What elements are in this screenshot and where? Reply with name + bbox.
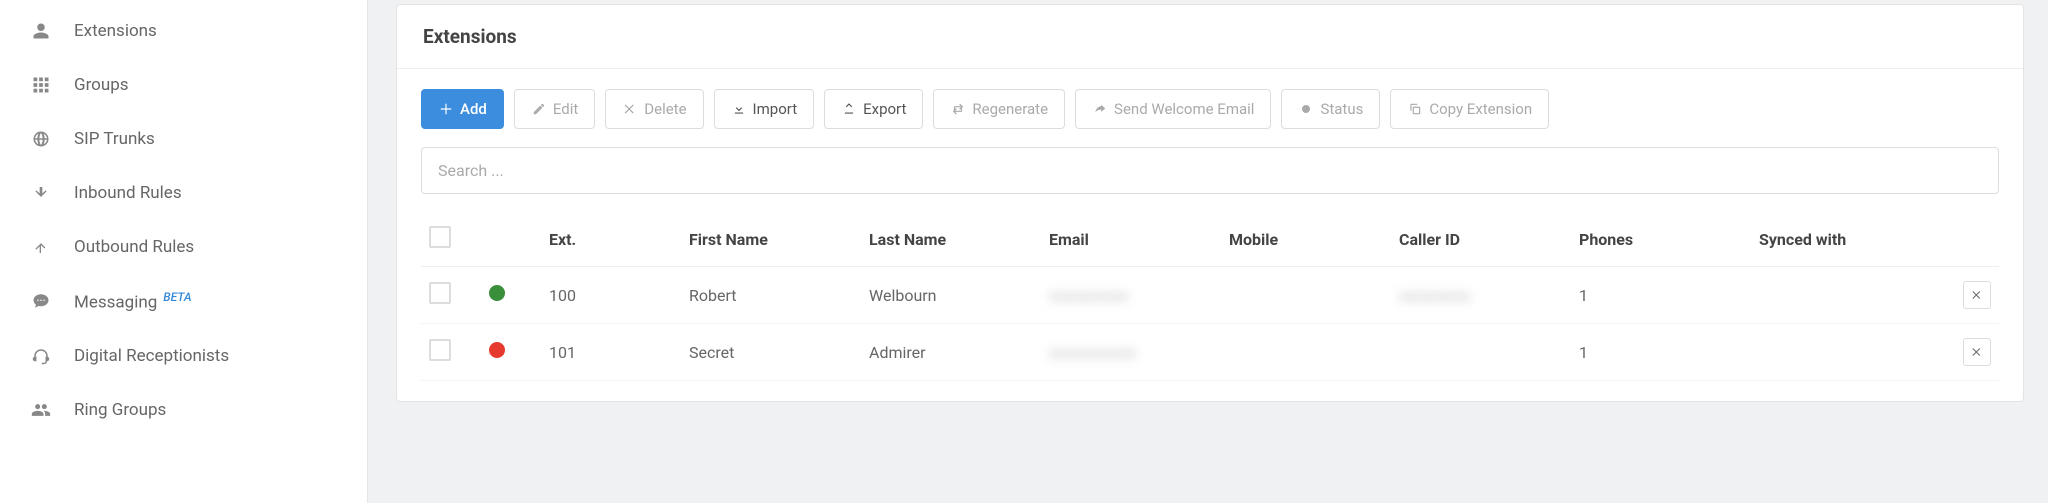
panel-header: Extensions: [397, 5, 2023, 69]
user-icon: [30, 20, 52, 42]
send-welcome-button[interactable]: Send Welcome Email: [1075, 89, 1271, 129]
main-content: Extensions Add Edit Delete Import Export: [368, 0, 2048, 503]
retweet-icon: [950, 101, 966, 117]
cell-ext: 100: [541, 267, 681, 324]
cell-email: xxxxxxxxxxx: [1041, 324, 1221, 381]
cell-caller-id: xxxxxxxxx: [1391, 267, 1571, 324]
th-caller-id[interactable]: Caller ID: [1391, 212, 1571, 267]
row-checkbox[interactable]: [429, 282, 451, 304]
arrow-up-icon: [30, 236, 52, 258]
headset-icon: [30, 345, 52, 367]
globe-icon: [30, 128, 52, 150]
sidebar-label: Extensions: [74, 21, 157, 41]
search-container: [397, 147, 2023, 212]
th-mobile[interactable]: Mobile: [1221, 212, 1391, 267]
circle-icon: [1298, 101, 1314, 117]
sidebar-label: Groups: [74, 75, 129, 95]
plus-icon: [438, 101, 454, 117]
panel-title: Extensions: [423, 25, 1997, 48]
sidebar-label: Ring Groups: [74, 400, 166, 420]
select-all-checkbox[interactable]: [429, 226, 451, 248]
sidebar-item-ring-groups[interactable]: Ring Groups: [0, 383, 367, 437]
regenerate-button[interactable]: Regenerate: [933, 89, 1065, 129]
cell-phones: 1: [1571, 324, 1751, 381]
sidebar: Extensions Groups SIP Trunks Inbound Rul…: [0, 0, 368, 503]
grid-icon: [30, 74, 52, 96]
cell-email: xxxxxxxxxx: [1041, 267, 1221, 324]
users-icon: [30, 399, 52, 421]
sidebar-label: MessagingBETA: [74, 290, 192, 313]
cell-synced-with: [1751, 324, 1949, 381]
cell-first-name: Robert: [681, 267, 861, 324]
sidebar-item-extensions[interactable]: Extensions: [0, 4, 367, 58]
sidebar-label: Digital Receptionists: [74, 346, 229, 366]
sidebar-item-messaging[interactable]: MessagingBETA: [0, 274, 367, 329]
edit-button[interactable]: Edit: [514, 89, 595, 129]
delete-row-button[interactable]: [1963, 281, 1991, 309]
sidebar-item-groups[interactable]: Groups: [0, 58, 367, 112]
copy-extension-button[interactable]: Copy Extension: [1390, 89, 1549, 129]
export-button[interactable]: Export: [824, 89, 923, 129]
x-icon: [622, 101, 638, 117]
cell-mobile: [1221, 324, 1391, 381]
sidebar-item-sip-trunks[interactable]: SIP Trunks: [0, 112, 367, 166]
row-checkbox[interactable]: [429, 339, 451, 361]
sidebar-label: SIP Trunks: [74, 129, 155, 149]
extensions-table: Ext. First Name Last Name Email Mobile C…: [421, 212, 1999, 381]
chat-icon: [30, 290, 52, 312]
th-synced-with[interactable]: Synced with: [1751, 212, 1949, 267]
sidebar-label: Inbound Rules: [74, 183, 182, 203]
import-button[interactable]: Import: [714, 89, 815, 129]
sidebar-item-digital-receptionists[interactable]: Digital Receptionists: [0, 329, 367, 383]
delete-button[interactable]: Delete: [605, 89, 703, 129]
cell-ext: 101: [541, 324, 681, 381]
upload-icon: [841, 101, 857, 117]
search-input[interactable]: [421, 147, 1999, 194]
status-indicator: [489, 285, 505, 301]
toolbar: Add Edit Delete Import Export Regenerate: [397, 69, 2023, 147]
cell-last-name: Admirer: [861, 324, 1041, 381]
share-icon: [1092, 101, 1108, 117]
sidebar-item-outbound-rules[interactable]: Outbound Rules: [0, 220, 367, 274]
table-row[interactable]: 100 Robert Welbourn xxxxxxxxxx xxxxxxxxx…: [421, 267, 1999, 324]
copy-icon: [1407, 101, 1423, 117]
cell-last-name: Welbourn: [861, 267, 1041, 324]
arrow-down-icon: [30, 182, 52, 204]
status-indicator: [489, 342, 505, 358]
pencil-icon: [531, 101, 547, 117]
extensions-table-container: Ext. First Name Last Name Email Mobile C…: [397, 212, 2023, 401]
add-button[interactable]: Add: [421, 89, 504, 129]
th-email[interactable]: Email: [1041, 212, 1221, 267]
beta-badge: BETA: [163, 290, 191, 304]
cell-caller-id: [1391, 324, 1571, 381]
cell-synced-with: [1751, 267, 1949, 324]
status-button[interactable]: Status: [1281, 89, 1380, 129]
th-last-name[interactable]: Last Name: [861, 212, 1041, 267]
sidebar-item-inbound-rules[interactable]: Inbound Rules: [0, 166, 367, 220]
cell-first-name: Secret: [681, 324, 861, 381]
cell-phones: 1: [1571, 267, 1751, 324]
th-phones[interactable]: Phones: [1571, 212, 1751, 267]
delete-row-button[interactable]: [1963, 338, 1991, 366]
th-ext[interactable]: Ext.: [541, 212, 681, 267]
table-row[interactable]: 101 Secret Admirer xxxxxxxxxxx 1: [421, 324, 1999, 381]
sidebar-label: Outbound Rules: [74, 237, 194, 257]
extensions-panel: Extensions Add Edit Delete Import Export: [396, 4, 2024, 402]
cell-mobile: [1221, 267, 1391, 324]
th-first-name[interactable]: First Name: [681, 212, 861, 267]
download-icon: [731, 101, 747, 117]
